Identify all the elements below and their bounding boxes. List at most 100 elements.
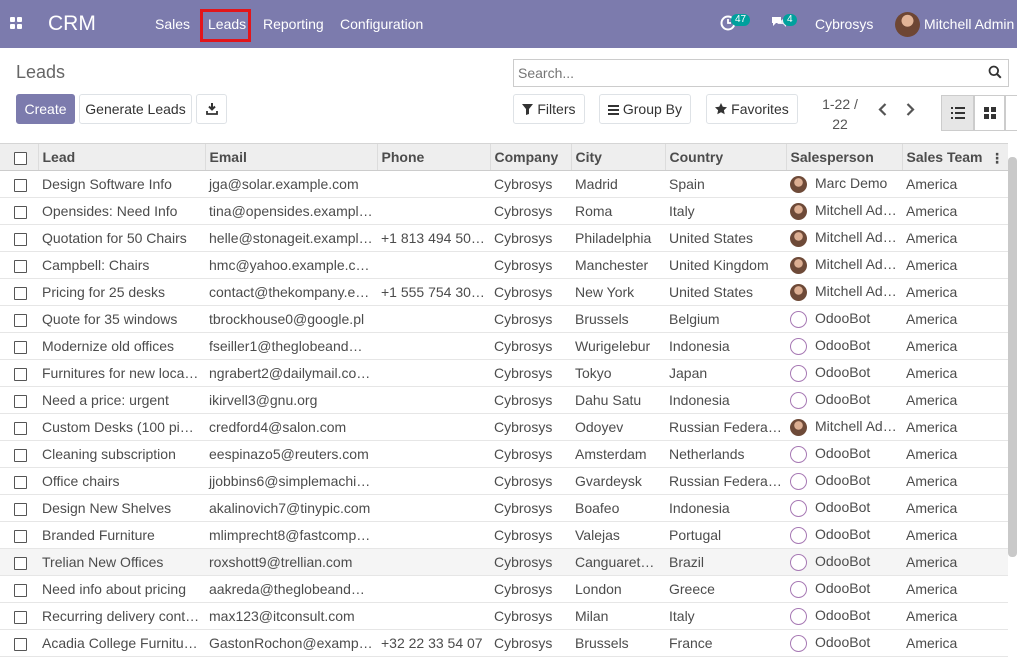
menu-sales[interactable]: Sales <box>155 16 190 32</box>
col-lead[interactable]: Lead <box>37 143 205 171</box>
row-checkbox[interactable] <box>14 313 27 327</box>
row-checkbox-cell[interactable] <box>0 440 38 468</box>
pager-range[interactable]: 1-22 / <box>820 94 860 114</box>
table-row[interactable]: Cleaning subscription eespinazo5@reuters.… <box>0 440 1008 468</box>
table-row[interactable]: Pricing for 25 desks contact@thekompany.e… <box>0 278 1008 306</box>
app-brand[interactable]: CRM <box>48 12 96 36</box>
menu-reporting[interactable]: Reporting <box>263 16 324 32</box>
row-checkbox-cell[interactable] <box>0 602 38 630</box>
select-all-checkbox-cell[interactable] <box>0 143 38 171</box>
table-row[interactable]: Need info about pricing aakreda@theglobea… <box>0 575 1008 603</box>
cell-phone <box>377 305 490 333</box>
generate-leads-button[interactable]: Generate Leads <box>79 94 192 124</box>
row-checkbox[interactable] <box>14 205 27 219</box>
row-checkbox[interactable] <box>14 232 27 246</box>
table-row[interactable]: Trelian New Offices roxshott9@trellian.co… <box>0 548 1008 576</box>
row-checkbox[interactable] <box>14 475 27 489</box>
table-row[interactable]: Design Software Info jga@solar.example.co… <box>0 170 1008 198</box>
row-checkbox-cell[interactable] <box>0 467 38 495</box>
col-phone[interactable]: Phone <box>376 143 490 171</box>
cell-country: Russian Federation <box>665 467 786 495</box>
col-email[interactable]: Email <box>204 143 377 171</box>
row-checkbox-cell[interactable] <box>0 305 38 333</box>
table-row[interactable]: Campbell: Chairs hmc@yahoo.example.com Cyb… <box>0 251 1008 279</box>
row-checkbox[interactable] <box>14 367 27 381</box>
table-row[interactable]: Modernize old offices fseiller1@theglobea… <box>0 332 1008 360</box>
row-checkbox[interactable] <box>14 502 27 516</box>
col-city[interactable]: City <box>570 143 665 171</box>
company-switcher[interactable]: Cybrosys <box>815 16 873 32</box>
row-checkbox-cell[interactable] <box>0 494 38 522</box>
row-checkbox-cell[interactable] <box>0 521 38 549</box>
row-checkbox[interactable] <box>14 340 27 354</box>
search-icon[interactable] <box>988 65 1002 82</box>
row-checkbox-cell[interactable] <box>0 224 38 252</box>
pager[interactable]: 1-22 / 22 <box>820 94 860 134</box>
table-row[interactable]: Furnitures for new location ngrabert2@dai… <box>0 359 1008 387</box>
user-avatar[interactable] <box>895 12 920 37</box>
row-checkbox-cell[interactable] <box>0 197 38 225</box>
cell-phone: +1 555 754 3010 <box>377 278 490 306</box>
row-checkbox[interactable] <box>14 637 27 651</box>
cell-phone <box>377 494 490 522</box>
filters-button[interactable]: Filters <box>513 94 585 124</box>
row-checkbox[interactable] <box>14 448 27 462</box>
create-button[interactable]: Create <box>16 94 75 124</box>
row-checkbox-cell[interactable] <box>0 548 38 576</box>
row-checkbox[interactable] <box>14 286 27 300</box>
cell-salesperson: OdooBot <box>786 548 902 576</box>
row-checkbox-cell[interactable] <box>0 359 38 387</box>
pager-next-icon[interactable] <box>906 103 915 119</box>
col-company[interactable]: Company <box>489 143 571 171</box>
cell-email: roxshott9@trellian.com <box>205 548 377 576</box>
row-checkbox[interactable] <box>14 178 27 192</box>
table-row[interactable]: Office chairsjjobbins6@simplemachines.or… <box>0 467 1008 495</box>
table-row[interactable]: Branded Furniture mlimprecht8@fastcompany… <box>0 521 1008 549</box>
search-input[interactable] <box>518 63 978 83</box>
favorites-button[interactable]: Favorites <box>706 94 798 124</box>
row-checkbox-cell[interactable] <box>0 575 38 603</box>
cell-team: America <box>902 521 1008 549</box>
row-checkbox[interactable] <box>14 529 27 543</box>
row-checkbox-cell[interactable] <box>0 332 38 360</box>
group-by-button[interactable]: Group By <box>599 94 691 124</box>
cell-company: Cybrosys <box>490 521 571 549</box>
more-views-button[interactable] <box>1005 95 1017 131</box>
pager-prev-icon[interactable] <box>878 103 887 119</box>
select-all-checkbox[interactable] <box>14 151 27 165</box>
apps-menu-icon[interactable] <box>10 17 23 30</box>
col-sales-team[interactable]: Sales Team ⋮ <box>901 143 1008 171</box>
table-row[interactable]: Acadia College Furnitures GastonRochon@ex… <box>0 629 1008 657</box>
table-row[interactable]: Quote for 35 windows tbrockhouse0@google.… <box>0 305 1008 333</box>
kanban-view-button[interactable] <box>974 95 1005 131</box>
row-checkbox-cell[interactable] <box>0 413 38 441</box>
salesperson-name: OdooBot <box>815 553 871 570</box>
user-name[interactable]: Mitchell Admin <box>924 16 1014 32</box>
row-checkbox[interactable] <box>14 394 27 408</box>
table-row[interactable]: Design New Shelves akalinovich7@tinypic.c… <box>0 494 1008 522</box>
row-checkbox-cell[interactable] <box>0 629 38 657</box>
table-row[interactable]: Custom Desks (100 pieces) credford4@salon… <box>0 413 1008 441</box>
col-salesperson[interactable]: Salesperson <box>785 143 902 171</box>
table-row[interactable]: Recurring delivery contract max123@itcons… <box>0 602 1008 630</box>
table-row[interactable]: Opensides: Need Info tina@opensides.examp… <box>0 197 1008 225</box>
table-row[interactable]: Need a price: urgent ikirvell3@gnu.org Cyb… <box>0 386 1008 414</box>
cell-company: Cybrosys <box>490 386 571 414</box>
row-checkbox[interactable] <box>14 583 27 597</box>
row-checkbox[interactable] <box>14 259 27 273</box>
scrollbar[interactable] <box>1008 157 1017 557</box>
row-checkbox[interactable] <box>14 610 27 624</box>
row-checkbox[interactable] <box>14 421 27 435</box>
list-view-button[interactable] <box>941 95 974 131</box>
row-checkbox-cell[interactable] <box>0 386 38 414</box>
row-checkbox-cell[interactable] <box>0 278 38 306</box>
table-row[interactable]: Quotation for 50 Chairs helle@stonageit.e… <box>0 224 1008 252</box>
menu-configuration[interactable]: Configuration <box>340 16 423 32</box>
row-checkbox-cell[interactable] <box>0 251 38 279</box>
row-checkbox[interactable] <box>14 556 27 570</box>
export-button[interactable] <box>196 94 227 124</box>
row-checkbox-cell[interactable] <box>0 170 38 198</box>
optional-columns-icon[interactable]: ⋮ <box>990 150 1004 167</box>
col-country[interactable]: Country <box>664 143 786 171</box>
salesperson-name: Marc Demo <box>815 175 888 192</box>
